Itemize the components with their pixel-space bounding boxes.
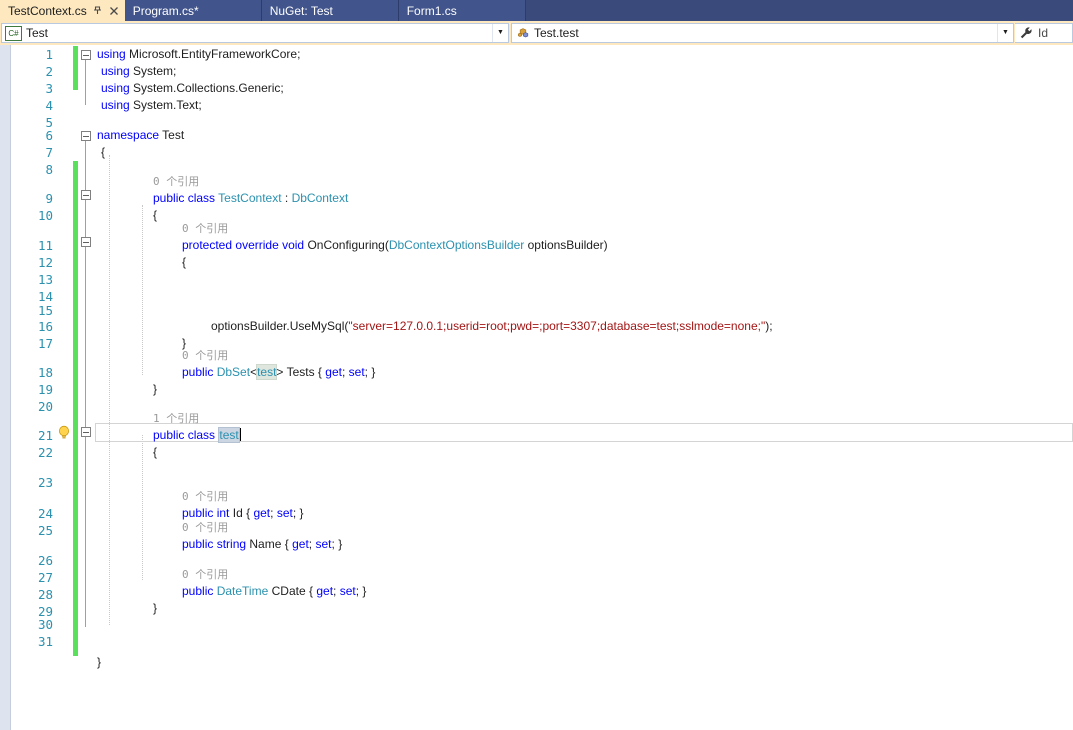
tab-program-cs[interactable]: Program.cs* (124, 0, 262, 21)
line-number: 18 (37, 365, 53, 380)
code-line[interactable]: using System; (101, 63, 176, 80)
line-number: 6 (45, 128, 53, 143)
code-line[interactable]: } (153, 600, 157, 617)
line-number: 16 (37, 319, 53, 334)
code-line[interactable]: { (182, 254, 186, 271)
outlining-guide (85, 137, 86, 627)
wrench-icon (1018, 26, 1034, 40)
pin-icon[interactable] (91, 4, 105, 18)
codelens-references[interactable]: 0 个引用 (182, 220, 228, 237)
chevron-down-icon[interactable]: ▼ (997, 24, 1013, 42)
code-line[interactable]: public string Name { get; set; } (182, 536, 342, 553)
line-number: 3 (45, 81, 53, 96)
editor-left-margin (0, 45, 11, 730)
code-line[interactable]: optionsBuilder.UseMySql("server=127.0.0.… (211, 318, 773, 335)
project-dropdown-value: Test (26, 26, 49, 40)
line-number: 22 (37, 445, 53, 460)
codelens-references[interactable]: 0 个引用 (182, 566, 228, 583)
outlining-guide (85, 55, 86, 105)
code-line[interactable]: namespace Test (97, 127, 184, 144)
code-line[interactable]: protected override void OnConfiguring(Db… (182, 237, 608, 254)
codelens-references[interactable]: 0 个引用 (153, 173, 199, 190)
tab-label: TestContext.cs (8, 3, 87, 18)
indent-guide (109, 155, 110, 625)
type-dropdown[interactable]: Test.test ▼ (511, 23, 1014, 43)
line-number: 8 (45, 162, 53, 177)
tab-label: NuGet: Test (269, 3, 333, 18)
current-line-highlight (95, 423, 1073, 442)
code-line[interactable]: } (97, 654, 101, 671)
line-number: 19 (37, 382, 53, 397)
line-number: 2 (45, 64, 53, 79)
codelens-references[interactable]: 1 个引用 (153, 410, 199, 427)
line-number: 20 (37, 399, 53, 414)
code-line[interactable]: public class TestContext : DbContext (153, 190, 348, 207)
class-icon (516, 26, 530, 40)
indent-guide (142, 205, 143, 375)
codelens-references[interactable]: 0 个引用 (182, 347, 228, 364)
line-number: 12 (37, 255, 53, 270)
tab-nuget-test[interactable]: NuGet: Test (261, 0, 399, 21)
visual-studio-editor-window: TestContext.cs Program.cs* NuGet: Test F… (0, 0, 1073, 730)
line-number: 15 (37, 303, 53, 318)
code-surface[interactable]: 1 2 3 4 5 6 7 8 9 10 11 12 13 14 15 16 1… (11, 45, 1073, 730)
code-line[interactable]: using System.Collections.Generic; (101, 80, 284, 97)
line-number: 31 (37, 634, 53, 649)
outline-collapse-box[interactable] (81, 50, 91, 60)
tab-label: Program.cs* (132, 3, 199, 18)
outline-collapse-box[interactable] (81, 190, 91, 200)
code-line[interactable]: } (182, 335, 186, 352)
text-caret (239, 428, 241, 441)
line-number: 7 (45, 145, 53, 160)
code-line[interactable]: public DateTime CDate { get; set; } (182, 583, 366, 600)
line-number: 10 (37, 208, 53, 223)
line-number: 21 (37, 428, 53, 443)
tab-testcontext-cs[interactable]: TestContext.cs (0, 0, 125, 21)
code-line[interactable]: { (101, 144, 105, 161)
codelens-references[interactable]: 0 个引用 (182, 488, 228, 505)
change-bar (73, 46, 78, 90)
line-number: 17 (37, 336, 53, 351)
indent-guide (142, 435, 143, 580)
line-number: 26 (37, 553, 53, 568)
line-number: 25 (37, 523, 53, 538)
line-number: 1 (45, 47, 53, 62)
code-line[interactable]: public DbSet<test> Tests { get; set; } (182, 364, 375, 381)
type-dropdown-value: Test.test (534, 26, 579, 40)
code-line[interactable]: { (153, 444, 157, 461)
code-line[interactable]: } (153, 381, 157, 398)
tab-form1-cs[interactable]: Form1.cs (398, 0, 526, 21)
code-line[interactable]: { (153, 207, 157, 224)
outline-collapse-box[interactable] (81, 131, 91, 141)
selected-identifier[interactable]: test (218, 427, 240, 443)
code-line[interactable]: public int Id { get; set; } (182, 505, 304, 522)
outline-collapse-box[interactable] (81, 237, 91, 247)
line-number: 24 (37, 506, 53, 521)
change-bar (73, 161, 78, 656)
close-icon[interactable] (107, 4, 121, 18)
tab-strip-filler (525, 0, 1073, 21)
chevron-down-icon[interactable]: ▼ (492, 24, 508, 42)
line-number: 23 (37, 475, 53, 490)
project-dropdown[interactable]: C# Test ▼ (1, 23, 509, 43)
lightbulb-icon[interactable] (57, 425, 71, 440)
line-number: 27 (37, 570, 53, 585)
navigation-bar: C# Test ▼ Test.test ▼ Id (0, 21, 1073, 45)
line-number: 30 (37, 617, 53, 632)
line-number: 9 (45, 191, 53, 206)
line-number: 28 (37, 587, 53, 602)
member-dropdown[interactable]: Id (1015, 23, 1073, 43)
member-dropdown-value: Id (1038, 26, 1049, 40)
document-tab-strip: TestContext.cs Program.cs* NuGet: Test F… (0, 0, 1073, 21)
code-line[interactable]: using System.Text; (101, 97, 202, 114)
tab-label: Form1.cs (406, 3, 457, 18)
code-line[interactable]: public class test (153, 427, 241, 444)
csharp-file-icon: C# (5, 25, 22, 41)
code-line[interactable]: using Microsoft.EntityFrameworkCore; (97, 46, 300, 63)
line-number: 13 (37, 272, 53, 287)
code-editor[interactable]: 1 2 3 4 5 6 7 8 9 10 11 12 13 14 15 16 1… (0, 45, 1073, 730)
line-number: 4 (45, 98, 53, 113)
outline-collapse-box[interactable] (81, 427, 91, 437)
line-number: 11 (37, 238, 53, 253)
